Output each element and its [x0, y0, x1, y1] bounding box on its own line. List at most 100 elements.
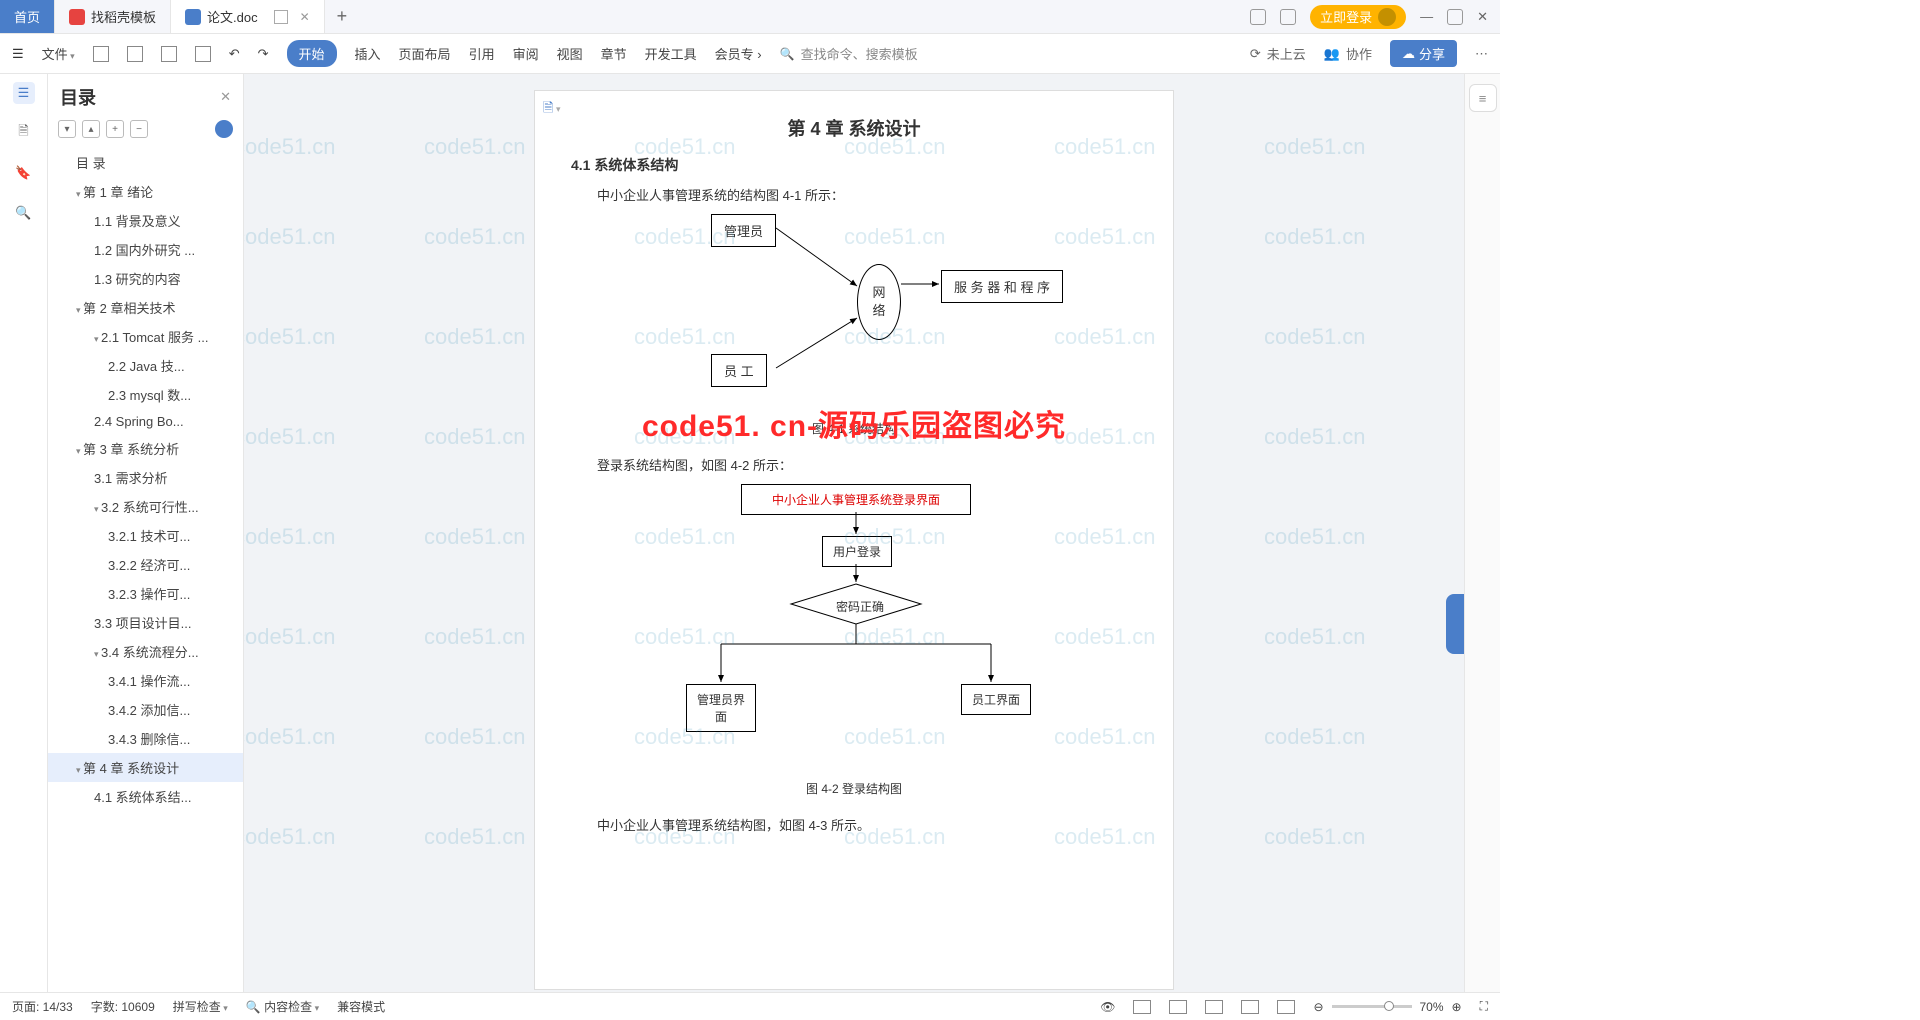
tab-start[interactable]: 开始	[287, 40, 337, 67]
d2-emp-box: 员工界面	[961, 684, 1031, 715]
zoom-control[interactable]: ⊖ 70% ⊕	[1313, 1000, 1461, 1014]
outline-item[interactable]: 3.1 需求分析	[48, 463, 243, 492]
outline-item[interactable]: 4.1 系统体系结...	[48, 782, 243, 811]
tab-layout[interactable]: 页面布局	[399, 44, 451, 63]
outline-tree[interactable]: 目 录第 1 章 绪论1.1 背景及意义1.2 国内外研究 ...1.3 研究的…	[48, 146, 243, 992]
remove-outline-icon[interactable]: −	[130, 120, 148, 138]
more-menu-icon[interactable]: ⋯	[1475, 46, 1488, 62]
tab-dev[interactable]: 开发工具	[645, 44, 697, 63]
tab-home[interactable]: 首页	[0, 0, 55, 33]
print-icon[interactable]	[161, 46, 177, 62]
outline-item[interactable]: 3.3 项目设计目...	[48, 608, 243, 637]
reading-mode-icon[interactable]: 👁	[1100, 1000, 1115, 1014]
login-label: 立即登录	[1320, 7, 1372, 26]
expand-all-icon[interactable]: ▴	[82, 120, 100, 138]
add-outline-icon[interactable]: +	[106, 120, 124, 138]
command-search[interactable]: 查找命令、搜索模板	[780, 44, 918, 63]
paragraph-structure: 中小企业人事管理系统结构图，如图 4-3 所示。	[571, 815, 1137, 834]
outline-item[interactable]: 1.2 国内外研究 ...	[48, 235, 243, 264]
document-page: 🗎 code51. cn-源码乐园盗图必究 第 4 章 系统设计 4.1 系统体…	[534, 90, 1174, 990]
outline-item[interactable]: 3.2.2 经济可...	[48, 550, 243, 579]
outline-item[interactable]: 2.2 Java 技...	[48, 351, 243, 380]
save-icon[interactable]	[127, 46, 143, 62]
outline-item[interactable]: 3.2.3 操作可...	[48, 579, 243, 608]
outline-sync-icon[interactable]	[215, 120, 233, 138]
outline-title: 目录	[60, 84, 96, 110]
collab-button[interactable]: 👥 协作	[1324, 44, 1372, 63]
tab-review[interactable]: 审阅	[513, 44, 539, 63]
undo-icon[interactable]: ↶	[229, 46, 240, 62]
outline-item[interactable]: 3.4.3 删除信...	[48, 724, 243, 753]
window-minimize[interactable]: —	[1420, 9, 1433, 24]
duplicate-window-icon[interactable]	[274, 10, 288, 24]
outline-item[interactable]: 1.1 背景及意义	[48, 206, 243, 235]
outline-item[interactable]: 2.1 Tomcat 服务 ...	[48, 322, 243, 351]
tab-document[interactable]: 论文.doc ✕	[171, 0, 325, 33]
tab-template-label: 找稻壳模板	[91, 7, 156, 26]
tab-member[interactable]: 会员专 ›	[715, 44, 762, 63]
document-viewport[interactable]: code51.cncode51.cncode51.cncode51.cncode…	[244, 74, 1464, 992]
word-icon	[185, 9, 201, 25]
status-compat[interactable]: 兼容模式	[337, 998, 385, 1015]
tab-view[interactable]: 视图	[557, 44, 583, 63]
new-doc-icon[interactable]	[93, 46, 109, 62]
layout-icon[interactable]	[1250, 9, 1266, 25]
view-mode-2-icon[interactable]	[1169, 1000, 1187, 1014]
window-close[interactable]: ✕	[1477, 9, 1488, 25]
login-button[interactable]: 立即登录	[1310, 5, 1406, 29]
heading-chapter: 第 4 章 系统设计	[571, 115, 1137, 141]
view-mode-4-icon[interactable]	[1241, 1000, 1259, 1014]
outline-item[interactable]: 第 3 章 系统分析	[48, 434, 243, 463]
left-rail: ☰ 🗎 🔖 🔍	[0, 74, 48, 992]
close-tab-icon[interactable]: ✕	[300, 10, 310, 24]
outline-item[interactable]: 3.4.2 添加信...	[48, 695, 243, 724]
status-page[interactable]: 页面: 14/33	[12, 998, 73, 1015]
redo-icon[interactable]: ↷	[258, 46, 269, 62]
view-mode-3-icon[interactable]	[1205, 1000, 1223, 1014]
figure-4-2: 中小企业人事管理系统登录界面 用户登录 密码正确	[571, 484, 1137, 797]
menu-icon[interactable]: ☰	[12, 46, 24, 62]
rail-bookmark-icon[interactable]: 🔖	[13, 162, 35, 184]
view-mode-1-icon[interactable]	[1133, 1000, 1151, 1014]
rail-doc-icon[interactable]: 🗎	[13, 122, 35, 144]
tab-chapter[interactable]: 章节	[601, 44, 627, 63]
tab-template[interactable]: 找稻壳模板	[55, 0, 171, 33]
outline-item[interactable]: 3.2 系统可行性...	[48, 492, 243, 521]
outline-item[interactable]: 2.4 Spring Bo...	[48, 409, 243, 434]
zoom-in-icon[interactable]: ⊕	[1452, 1000, 1462, 1014]
right-edge-tab[interactable]	[1446, 594, 1464, 654]
page-menu-icon[interactable]: 🗎	[543, 99, 560, 121]
tab-insert[interactable]: 插入	[355, 44, 381, 63]
file-menu[interactable]: 文件	[42, 44, 75, 63]
zoom-out-icon[interactable]: ⊖	[1313, 1000, 1323, 1014]
outline-item[interactable]: 目 录	[48, 148, 243, 177]
panel-toggle-icon[interactable]: ≡	[1469, 84, 1497, 112]
view-mode-5-icon[interactable]	[1277, 1000, 1295, 1014]
zoom-slider[interactable]	[1332, 1005, 1412, 1008]
cloud-status[interactable]: ⟳ 未上云	[1250, 44, 1306, 63]
outline-item[interactable]: 1.3 研究的内容	[48, 264, 243, 293]
rail-outline-icon[interactable]: ☰	[13, 82, 35, 104]
outline-item[interactable]: 3.4.1 操作流...	[48, 666, 243, 695]
rail-search-icon[interactable]: 🔍	[13, 202, 35, 224]
apps-icon[interactable]	[1280, 9, 1296, 25]
status-spellcheck[interactable]: 拼写检查	[173, 998, 228, 1015]
new-tab-button[interactable]: +	[325, 0, 360, 33]
outline-item[interactable]: 2.3 mysql 数...	[48, 380, 243, 409]
status-contentcheck[interactable]: 🔍 内容检查	[246, 998, 319, 1015]
close-outline-icon[interactable]: ✕	[220, 89, 231, 105]
status-words[interactable]: 字数: 10609	[91, 998, 155, 1015]
preview-icon[interactable]	[195, 46, 211, 62]
outline-item[interactable]: 3.2.1 技术可...	[48, 521, 243, 550]
outline-item[interactable]: 第 1 章 绪论	[48, 177, 243, 206]
right-side-panel: ≡	[1464, 74, 1500, 992]
outline-item[interactable]: 第 4 章 系统设计	[48, 753, 243, 782]
window-maximize[interactable]	[1447, 9, 1463, 25]
tab-ref[interactable]: 引用	[469, 44, 495, 63]
tab-home-label: 首页	[14, 7, 40, 26]
fullscreen-icon[interactable]: ⛶	[1480, 999, 1488, 1014]
collapse-all-icon[interactable]: ▾	[58, 120, 76, 138]
outline-item[interactable]: 3.4 系统流程分...	[48, 637, 243, 666]
share-button[interactable]: ☁ 分享	[1390, 40, 1457, 67]
outline-item[interactable]: 第 2 章相关技术	[48, 293, 243, 322]
